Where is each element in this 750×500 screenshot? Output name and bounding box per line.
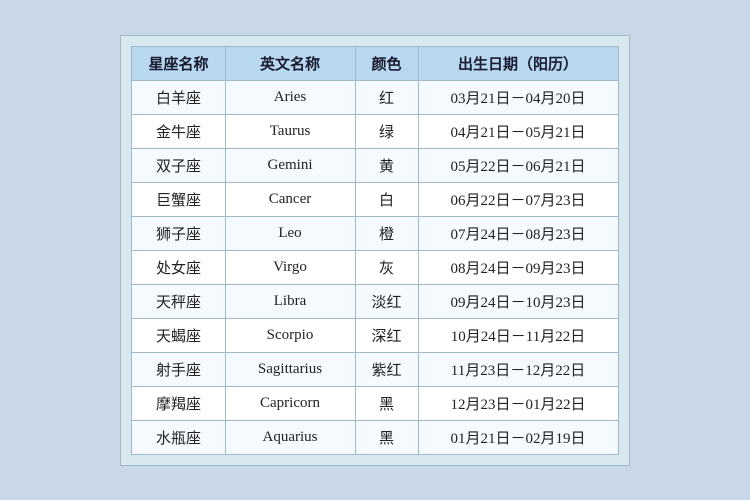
cell-chinese: 处女座 (132, 250, 225, 284)
table-row: 金牛座Taurus绿04月21日－05月21日 (132, 114, 618, 148)
table-row: 射手座Sagittarius紫红11月23日－12月22日 (132, 352, 618, 386)
cell-date: 05月22日－06月21日 (418, 148, 618, 182)
cell-color: 深红 (355, 318, 418, 352)
cell-date: 08月24日－09月23日 (418, 250, 618, 284)
cell-english: Sagittarius (225, 352, 355, 386)
table-row: 摩羯座Capricorn黑12月23日－01月22日 (132, 386, 618, 420)
cell-english: Capricorn (225, 386, 355, 420)
cell-chinese: 摩羯座 (132, 386, 225, 420)
table-row: 天蝎座Scorpio深红10月24日－11月22日 (132, 318, 618, 352)
cell-english: Virgo (225, 250, 355, 284)
cell-chinese: 狮子座 (132, 216, 225, 250)
cell-english: Leo (225, 216, 355, 250)
cell-date: 04月21日－05月21日 (418, 114, 618, 148)
cell-color: 黄 (355, 148, 418, 182)
cell-chinese: 白羊座 (132, 80, 225, 114)
cell-color: 淡红 (355, 284, 418, 318)
cell-chinese: 巨蟹座 (132, 182, 225, 216)
table-row: 双子座Gemini黄05月22日－06月21日 (132, 148, 618, 182)
cell-date: 11月23日－12月22日 (418, 352, 618, 386)
cell-date: 12月23日－01月22日 (418, 386, 618, 420)
table-container: 星座名称 英文名称 颜色 出生日期（阳历） 白羊座Aries红03月21日－04… (120, 35, 629, 466)
cell-english: Libra (225, 284, 355, 318)
cell-english: Aquarius (225, 420, 355, 454)
cell-chinese: 天秤座 (132, 284, 225, 318)
cell-date: 10月24日－11月22日 (418, 318, 618, 352)
table-row: 水瓶座Aquarius黑01月21日－02月19日 (132, 420, 618, 454)
cell-color: 橙 (355, 216, 418, 250)
cell-date: 01月21日－02月19日 (418, 420, 618, 454)
cell-date: 06月22日－07月23日 (418, 182, 618, 216)
cell-english: Scorpio (225, 318, 355, 352)
cell-chinese: 射手座 (132, 352, 225, 386)
cell-chinese: 水瓶座 (132, 420, 225, 454)
header-color: 颜色 (355, 46, 418, 80)
cell-color: 灰 (355, 250, 418, 284)
cell-english: Taurus (225, 114, 355, 148)
cell-color: 绿 (355, 114, 418, 148)
table-row: 天秤座Libra淡红09月24日－10月23日 (132, 284, 618, 318)
zodiac-table: 星座名称 英文名称 颜色 出生日期（阳历） 白羊座Aries红03月21日－04… (131, 46, 618, 455)
header-chinese: 星座名称 (132, 46, 225, 80)
cell-english: Cancer (225, 182, 355, 216)
cell-chinese: 天蝎座 (132, 318, 225, 352)
cell-color: 黑 (355, 386, 418, 420)
header-english: 英文名称 (225, 46, 355, 80)
cell-color: 黑 (355, 420, 418, 454)
table-row: 处女座Virgo灰08月24日－09月23日 (132, 250, 618, 284)
table-row: 巨蟹座Cancer白06月22日－07月23日 (132, 182, 618, 216)
table-row: 白羊座Aries红03月21日－04月20日 (132, 80, 618, 114)
cell-color: 红 (355, 80, 418, 114)
cell-chinese: 金牛座 (132, 114, 225, 148)
header-date: 出生日期（阳历） (418, 46, 618, 80)
cell-english: Gemini (225, 148, 355, 182)
cell-date: 07月24日－08月23日 (418, 216, 618, 250)
cell-color: 紫红 (355, 352, 418, 386)
table-header-row: 星座名称 英文名称 颜色 出生日期（阳历） (132, 46, 618, 80)
table-row: 狮子座Leo橙07月24日－08月23日 (132, 216, 618, 250)
cell-date: 03月21日－04月20日 (418, 80, 618, 114)
cell-color: 白 (355, 182, 418, 216)
cell-english: Aries (225, 80, 355, 114)
cell-chinese: 双子座 (132, 148, 225, 182)
cell-date: 09月24日－10月23日 (418, 284, 618, 318)
